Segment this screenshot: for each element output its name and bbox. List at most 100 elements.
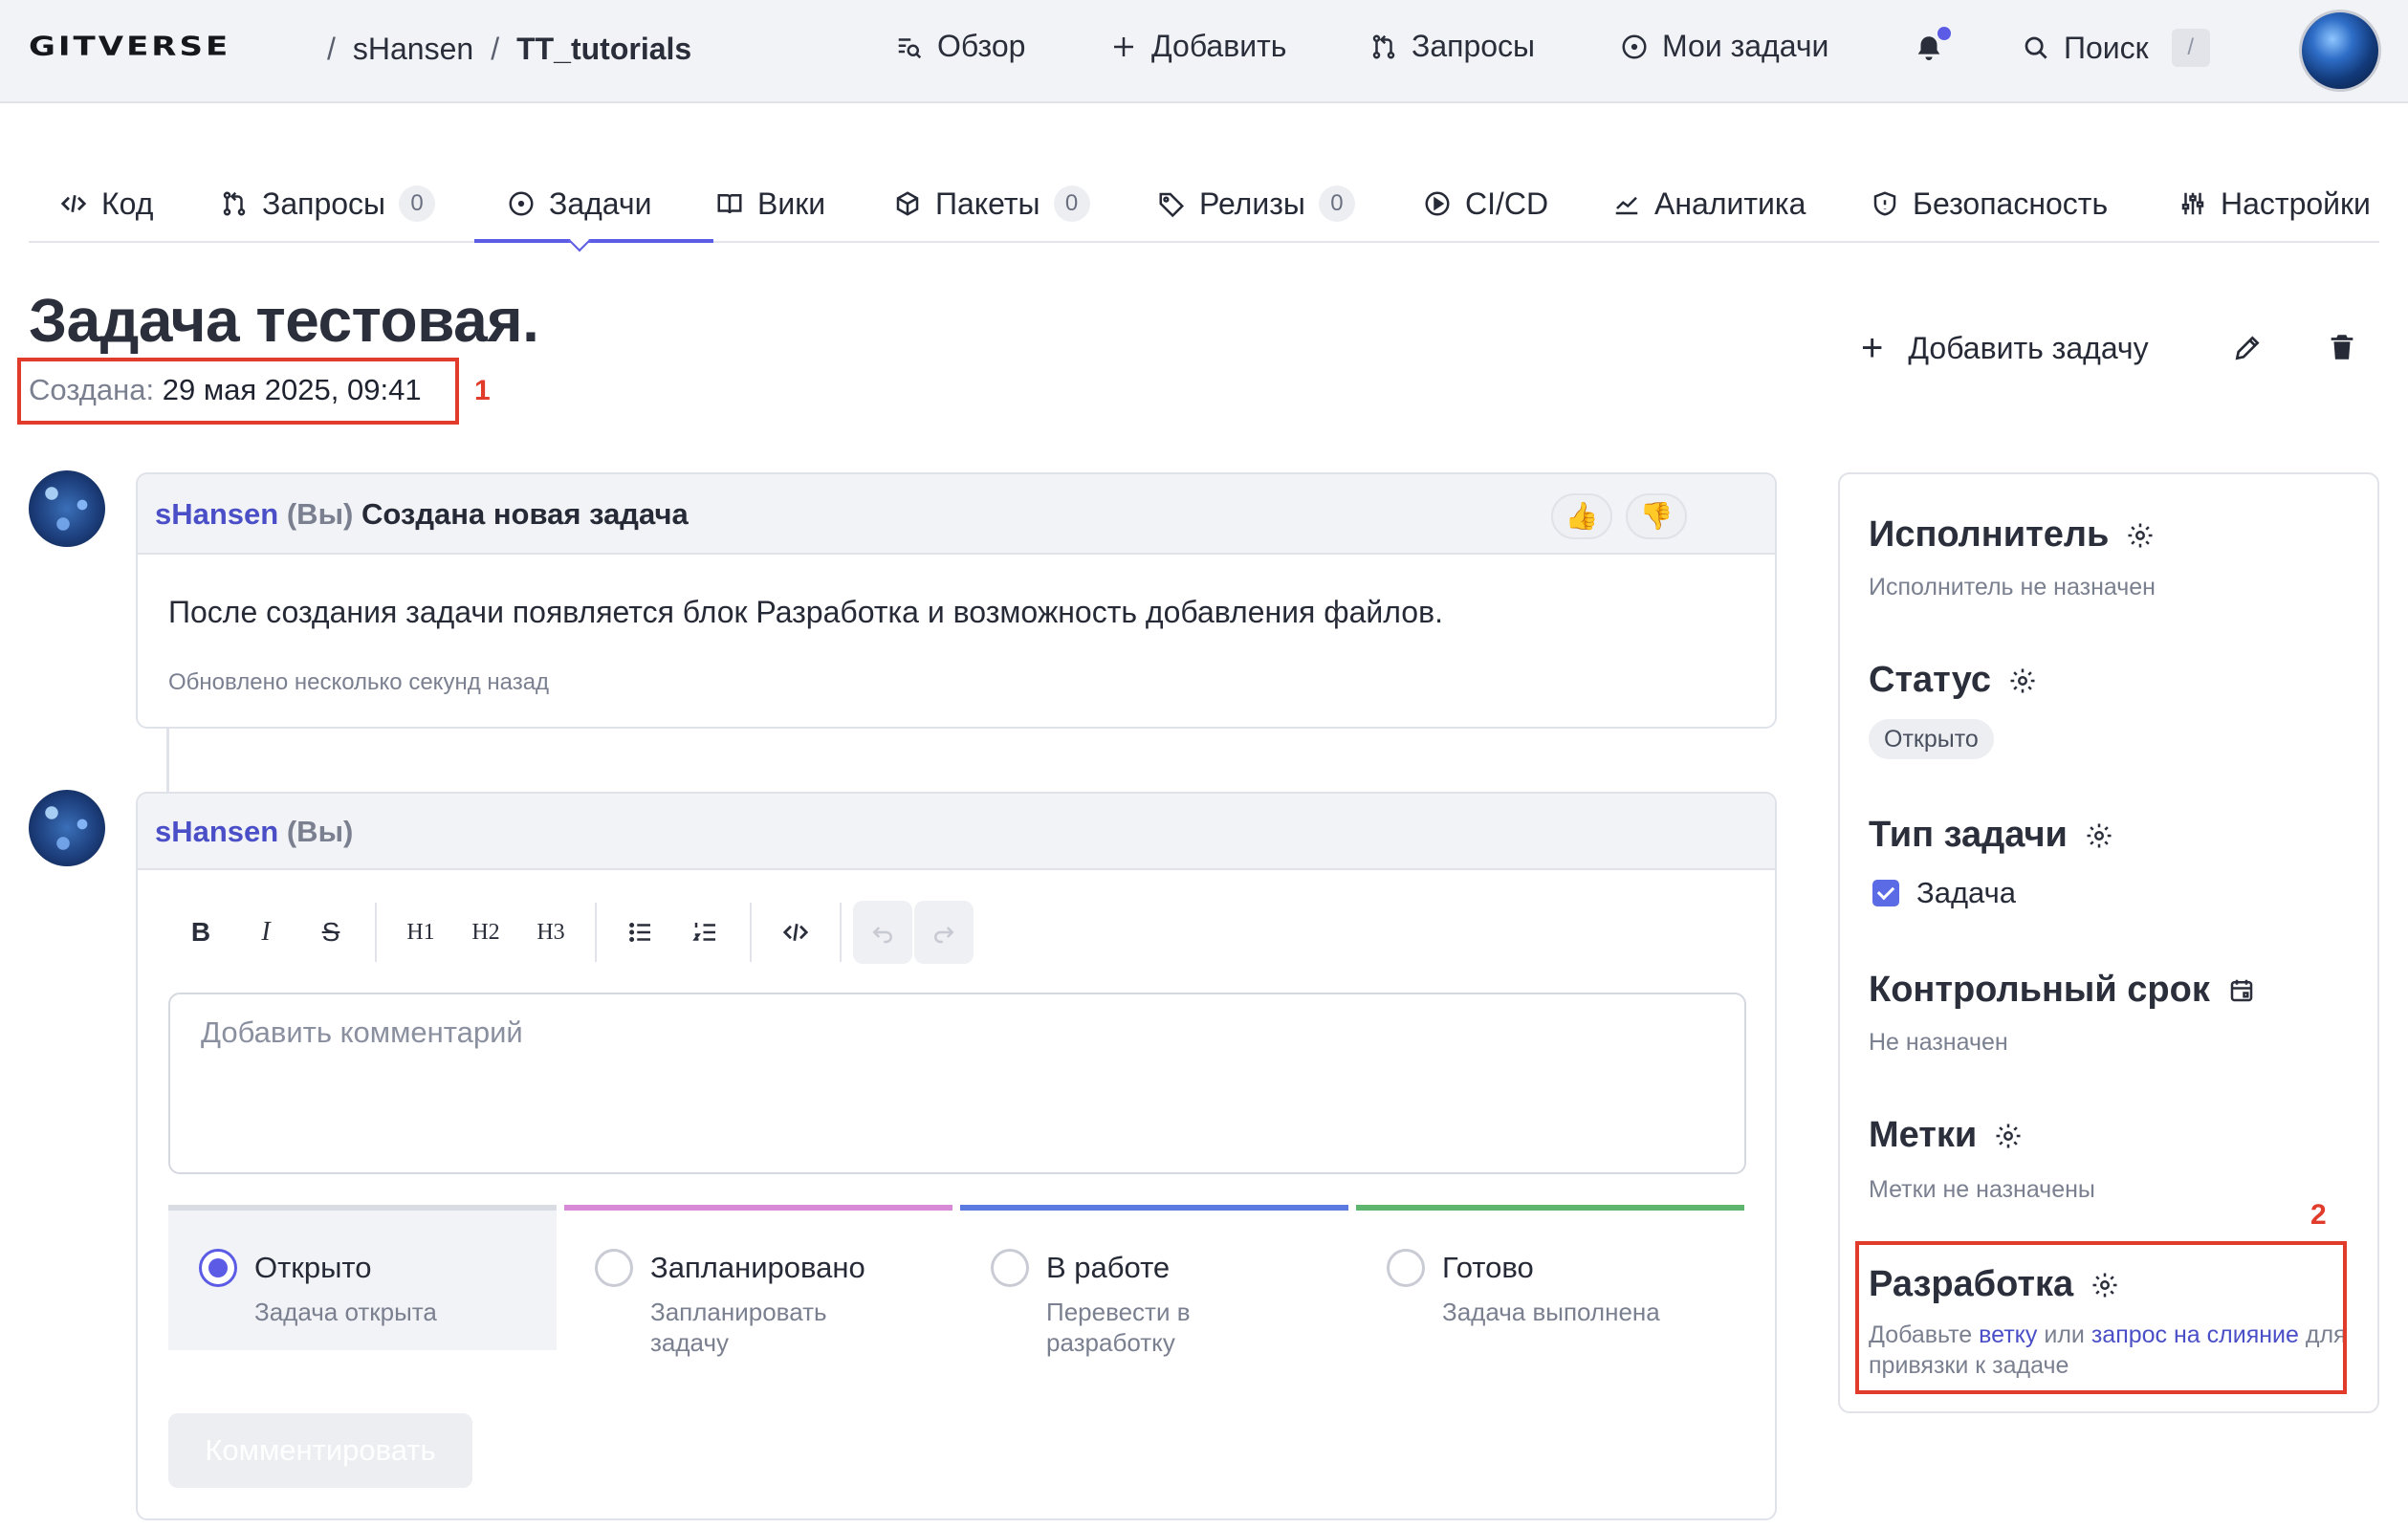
bold-button[interactable]: B <box>168 901 233 964</box>
status-color-bar <box>168 1205 557 1211</box>
nav-add-label: Добавить <box>1151 29 1287 63</box>
breadcrumb-owner[interactable]: sHansen <box>353 32 473 67</box>
status-color-bar <box>564 1205 952 1211</box>
tab-wiki[interactable]: Вики <box>715 182 825 226</box>
book-icon <box>717 194 742 214</box>
overview-icon <box>898 37 922 58</box>
status-option-open[interactable]: Открыто Задача открыта <box>168 1205 557 1350</box>
tab-settings[interactable]: Настройки <box>2178 182 2371 226</box>
play-circle-icon <box>1425 191 1450 216</box>
status-radio-selected[interactable] <box>199 1249 237 1287</box>
code-icon <box>782 924 809 941</box>
tab-label: Релизы <box>1199 186 1305 221</box>
gear-icon[interactable] <box>2126 521 2155 550</box>
numbered-list-button[interactable] <box>673 901 738 964</box>
tab-count-badge: 0 <box>399 186 436 222</box>
you-label: (Вы) <box>286 815 354 848</box>
new-comment-author-line: sHansen (Вы) <box>155 815 353 849</box>
status-radio[interactable] <box>1387 1249 1425 1287</box>
status-option-desc: Запланировать задачу <box>650 1298 827 1357</box>
heading3-button[interactable]: H3 <box>518 901 583 964</box>
tab-cicd[interactable]: CI/CD <box>1423 182 1548 226</box>
toolbar-divider <box>840 903 842 962</box>
redo-button[interactable] <box>914 901 974 964</box>
plus-icon <box>1114 36 1133 56</box>
sliders-icon <box>2181 192 2204 215</box>
heading1-button[interactable]: H1 <box>388 901 453 964</box>
gitverse-logo[interactable]: GITVERSE <box>29 31 230 62</box>
tab-label: Код <box>101 186 154 221</box>
nav-add[interactable]: Добавить <box>1109 29 1286 64</box>
status-option-title: Готово <box>1442 1251 1534 1284</box>
status-radio[interactable] <box>991 1249 1029 1287</box>
annotation-number-2: 2 <box>2310 1199 2327 1231</box>
labels-value: Метки не назначены <box>1869 1176 2095 1203</box>
deadline-section-title: Контрольный срок <box>1869 970 2256 1011</box>
status-option-planned[interactable]: Запланировано Запланировать задачу <box>564 1205 952 1357</box>
calendar-icon[interactable] <box>2227 976 2256 1005</box>
tab-security[interactable]: Безопасность <box>1871 182 2108 226</box>
comment-submit-button[interactable]: Комментировать <box>168 1413 472 1488</box>
strikethrough-button[interactable]: S <box>298 901 363 964</box>
tag-icon <box>1159 192 1185 218</box>
trash-icon[interactable] <box>2326 331 2358 363</box>
user-avatar[interactable] <box>2299 10 2381 92</box>
comment-author[interactable]: sHansen <box>155 497 278 531</box>
notification-dot <box>1937 27 1951 40</box>
tab-label: CI/CD <box>1465 186 1549 221</box>
bullet-list-button[interactable] <box>608 901 673 964</box>
status-option-title: В работе <box>1046 1251 1171 1284</box>
gear-icon[interactable] <box>2085 821 2113 850</box>
gear-icon[interactable] <box>1994 1122 2023 1150</box>
breadcrumb-separator: / <box>327 32 336 66</box>
nav-overview[interactable]: Обзор <box>895 29 1025 64</box>
nav-my-tasks-label: Мои задачи <box>1662 29 1829 63</box>
tab-analytics[interactable]: Аналитика <box>1612 182 1806 226</box>
heading2-button[interactable]: H2 <box>453 901 518 964</box>
thumbs-up-button[interactable]: 👍 <box>1551 493 1612 539</box>
italic-button[interactable]: I <box>233 901 298 964</box>
deadline-value: Не назначен <box>1869 1029 2008 1056</box>
search-button[interactable]: Поиск / <box>2022 29 2210 67</box>
comment-textarea[interactable]: Добавить комментарий <box>168 993 1746 1174</box>
toolbar-divider <box>595 903 597 962</box>
merge-request-icon <box>1372 34 1395 58</box>
gear-icon[interactable] <box>2008 666 2037 695</box>
task-type-checkbox[interactable] <box>1872 880 1899 906</box>
new-comment-author[interactable]: sHansen <box>155 815 278 848</box>
tab-packages[interactable]: Пакеты 0 <box>893 182 1090 226</box>
you-label: (Вы) <box>286 497 354 531</box>
thumbs-down-button[interactable]: 👎 <box>1626 493 1687 539</box>
add-task-label: Добавить задачу <box>1908 330 2149 365</box>
add-task-button[interactable]: + Добавить задачу <box>1861 329 2149 367</box>
status-option-in-progress[interactable]: В работе Перевести в разработку <box>960 1205 1348 1357</box>
author-avatar[interactable] <box>29 470 105 547</box>
tab-requests[interactable]: Запросы 0 <box>220 182 436 226</box>
status-color-bar <box>1356 1205 1744 1211</box>
nav-my-tasks[interactable]: Мои задачи <box>1620 29 1828 64</box>
tab-issues[interactable]: Задачи <box>507 182 651 226</box>
code-button[interactable] <box>763 901 828 964</box>
tab-code[interactable]: Код <box>59 182 153 226</box>
undo-button[interactable] <box>853 901 912 964</box>
tab-releases[interactable]: Релизы 0 <box>1157 182 1355 226</box>
status-section-title: Статус <box>1869 660 2037 701</box>
nav-requests[interactable]: Запросы <box>1369 29 1535 64</box>
undo-icon <box>872 927 892 944</box>
labels-section-title: Метки <box>1869 1115 2023 1156</box>
nav-requests-label: Запросы <box>1412 29 1536 63</box>
comment-card: sHansen (Вы) Создана новая задача 👍 👎 0 … <box>136 472 1884 729</box>
nav-overview-label: Обзор <box>937 29 1026 63</box>
issue-icon <box>1622 34 1647 58</box>
search-label: Поиск <box>2064 30 2149 65</box>
task-type-label: Задача <box>1916 876 2017 909</box>
code-icon <box>60 195 87 212</box>
author-avatar[interactable] <box>29 790 105 866</box>
status-radio[interactable] <box>595 1249 633 1287</box>
comment-action: Создана новая задача <box>361 497 689 531</box>
status-option-desc: Задача выполнена <box>1442 1298 1660 1326</box>
toolbar-divider <box>375 903 377 962</box>
status-option-done[interactable]: Готово Задача выполнена <box>1356 1205 1744 1350</box>
pencil-icon[interactable] <box>2232 333 2263 363</box>
breadcrumb-repo[interactable]: TT_tutorials <box>516 32 691 67</box>
